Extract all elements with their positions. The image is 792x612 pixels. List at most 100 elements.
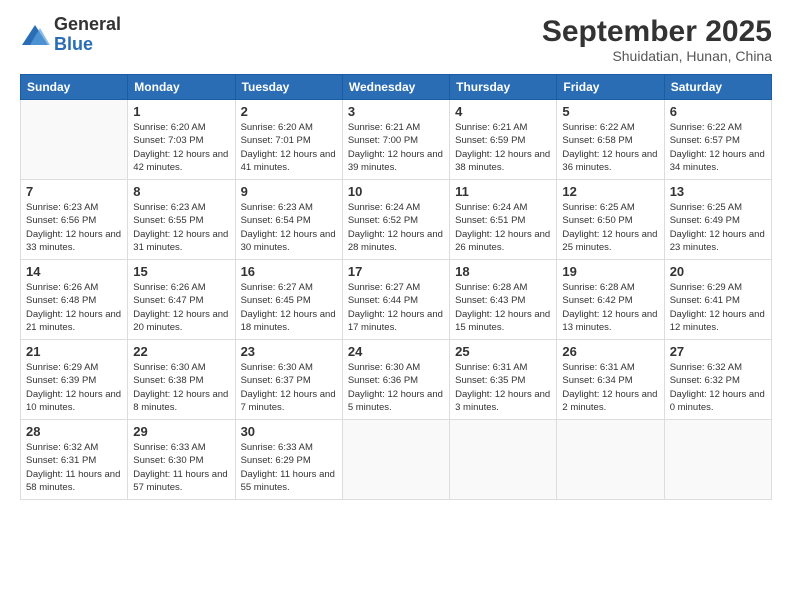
header-tuesday: Tuesday — [235, 75, 342, 100]
day-number: 8 — [133, 184, 229, 199]
day-info: Sunrise: 6:26 AMSunset: 6:48 PMDaylight:… — [26, 281, 122, 334]
day-number: 11 — [455, 184, 551, 199]
day-info: Sunrise: 6:27 AMSunset: 6:44 PMDaylight:… — [348, 281, 444, 334]
logo-general-text: General — [54, 15, 121, 35]
table-row: 24 Sunrise: 6:30 AMSunset: 6:36 PMDaylig… — [342, 340, 449, 420]
header: General Blue September 2025 Shuidatian, … — [20, 15, 772, 64]
location: Shuidatian, Hunan, China — [542, 48, 772, 64]
table-row: 3 Sunrise: 6:21 AMSunset: 7:00 PMDayligh… — [342, 100, 449, 180]
table-row: 7 Sunrise: 6:23 AMSunset: 6:56 PMDayligh… — [21, 180, 128, 260]
day-number: 24 — [348, 344, 444, 359]
day-info: Sunrise: 6:28 AMSunset: 6:42 PMDaylight:… — [562, 281, 658, 334]
day-info: Sunrise: 6:24 AMSunset: 6:52 PMDaylight:… — [348, 201, 444, 254]
header-friday: Friday — [557, 75, 664, 100]
table-row: 14 Sunrise: 6:26 AMSunset: 6:48 PMDaylig… — [21, 260, 128, 340]
day-info: Sunrise: 6:27 AMSunset: 6:45 PMDaylight:… — [241, 281, 337, 334]
table-row: 9 Sunrise: 6:23 AMSunset: 6:54 PMDayligh… — [235, 180, 342, 260]
day-number: 23 — [241, 344, 337, 359]
table-row: 4 Sunrise: 6:21 AMSunset: 6:59 PMDayligh… — [450, 100, 557, 180]
header-monday: Monday — [128, 75, 235, 100]
table-row: 30 Sunrise: 6:33 AMSunset: 6:29 PMDaylig… — [235, 420, 342, 500]
header-row: Sunday Monday Tuesday Wednesday Thursday… — [21, 75, 772, 100]
table-row: 28 Sunrise: 6:32 AMSunset: 6:31 PMDaylig… — [21, 420, 128, 500]
table-row: 29 Sunrise: 6:33 AMSunset: 6:30 PMDaylig… — [128, 420, 235, 500]
table-row: 1 Sunrise: 6:20 AMSunset: 7:03 PMDayligh… — [128, 100, 235, 180]
day-info: Sunrise: 6:30 AMSunset: 6:37 PMDaylight:… — [241, 361, 337, 414]
table-row: 5 Sunrise: 6:22 AMSunset: 6:58 PMDayligh… — [557, 100, 664, 180]
table-row: 12 Sunrise: 6:25 AMSunset: 6:50 PMDaylig… — [557, 180, 664, 260]
table-row: 22 Sunrise: 6:30 AMSunset: 6:38 PMDaylig… — [128, 340, 235, 420]
table-row: 21 Sunrise: 6:29 AMSunset: 6:39 PMDaylig… — [21, 340, 128, 420]
day-number: 4 — [455, 104, 551, 119]
day-number: 14 — [26, 264, 122, 279]
table-row — [342, 420, 449, 500]
day-info: Sunrise: 6:29 AMSunset: 6:39 PMDaylight:… — [26, 361, 122, 414]
day-number: 7 — [26, 184, 122, 199]
day-number: 12 — [562, 184, 658, 199]
logo-blue-text: Blue — [54, 35, 121, 55]
day-number: 17 — [348, 264, 444, 279]
day-info: Sunrise: 6:30 AMSunset: 6:36 PMDaylight:… — [348, 361, 444, 414]
day-info: Sunrise: 6:31 AMSunset: 6:34 PMDaylight:… — [562, 361, 658, 414]
table-row: 19 Sunrise: 6:28 AMSunset: 6:42 PMDaylig… — [557, 260, 664, 340]
day-number: 1 — [133, 104, 229, 119]
day-info: Sunrise: 6:26 AMSunset: 6:47 PMDaylight:… — [133, 281, 229, 334]
day-number: 10 — [348, 184, 444, 199]
table-row — [557, 420, 664, 500]
day-info: Sunrise: 6:29 AMSunset: 6:41 PMDaylight:… — [670, 281, 766, 334]
logo-icon — [20, 20, 50, 50]
title-section: September 2025 Shuidatian, Hunan, China — [542, 15, 772, 64]
day-number: 6 — [670, 104, 766, 119]
day-info: Sunrise: 6:21 AMSunset: 7:00 PMDaylight:… — [348, 121, 444, 174]
header-thursday: Thursday — [450, 75, 557, 100]
day-number: 29 — [133, 424, 229, 439]
day-info: Sunrise: 6:32 AMSunset: 6:31 PMDaylight:… — [26, 441, 122, 494]
day-number: 30 — [241, 424, 337, 439]
day-info: Sunrise: 6:33 AMSunset: 6:29 PMDaylight:… — [241, 441, 337, 494]
day-info: Sunrise: 6:24 AMSunset: 6:51 PMDaylight:… — [455, 201, 551, 254]
day-number: 22 — [133, 344, 229, 359]
table-row: 11 Sunrise: 6:24 AMSunset: 6:51 PMDaylig… — [450, 180, 557, 260]
day-number: 20 — [670, 264, 766, 279]
table-row: 15 Sunrise: 6:26 AMSunset: 6:47 PMDaylig… — [128, 260, 235, 340]
day-number: 9 — [241, 184, 337, 199]
table-row: 8 Sunrise: 6:23 AMSunset: 6:55 PMDayligh… — [128, 180, 235, 260]
day-info: Sunrise: 6:30 AMSunset: 6:38 PMDaylight:… — [133, 361, 229, 414]
day-number: 16 — [241, 264, 337, 279]
logo: General Blue — [20, 15, 121, 55]
day-info: Sunrise: 6:20 AMSunset: 7:01 PMDaylight:… — [241, 121, 337, 174]
day-number: 27 — [670, 344, 766, 359]
day-info: Sunrise: 6:33 AMSunset: 6:30 PMDaylight:… — [133, 441, 229, 494]
day-info: Sunrise: 6:28 AMSunset: 6:43 PMDaylight:… — [455, 281, 551, 334]
day-number: 2 — [241, 104, 337, 119]
day-number: 18 — [455, 264, 551, 279]
table-row: 20 Sunrise: 6:29 AMSunset: 6:41 PMDaylig… — [664, 260, 771, 340]
day-info: Sunrise: 6:23 AMSunset: 6:55 PMDaylight:… — [133, 201, 229, 254]
day-info: Sunrise: 6:25 AMSunset: 6:49 PMDaylight:… — [670, 201, 766, 254]
table-row: 13 Sunrise: 6:25 AMSunset: 6:49 PMDaylig… — [664, 180, 771, 260]
day-info: Sunrise: 6:23 AMSunset: 6:54 PMDaylight:… — [241, 201, 337, 254]
table-row: 26 Sunrise: 6:31 AMSunset: 6:34 PMDaylig… — [557, 340, 664, 420]
day-number: 13 — [670, 184, 766, 199]
day-info: Sunrise: 6:21 AMSunset: 6:59 PMDaylight:… — [455, 121, 551, 174]
table-row: 25 Sunrise: 6:31 AMSunset: 6:35 PMDaylig… — [450, 340, 557, 420]
day-info: Sunrise: 6:25 AMSunset: 6:50 PMDaylight:… — [562, 201, 658, 254]
day-info: Sunrise: 6:32 AMSunset: 6:32 PMDaylight:… — [670, 361, 766, 414]
day-info: Sunrise: 6:20 AMSunset: 7:03 PMDaylight:… — [133, 121, 229, 174]
table-row: 17 Sunrise: 6:27 AMSunset: 6:44 PMDaylig… — [342, 260, 449, 340]
table-row: 10 Sunrise: 6:24 AMSunset: 6:52 PMDaylig… — [342, 180, 449, 260]
calendar-table: Sunday Monday Tuesday Wednesday Thursday… — [20, 74, 772, 500]
table-row: 16 Sunrise: 6:27 AMSunset: 6:45 PMDaylig… — [235, 260, 342, 340]
header-saturday: Saturday — [664, 75, 771, 100]
day-number: 28 — [26, 424, 122, 439]
table-row — [664, 420, 771, 500]
day-number: 5 — [562, 104, 658, 119]
table-row: 27 Sunrise: 6:32 AMSunset: 6:32 PMDaylig… — [664, 340, 771, 420]
day-info: Sunrise: 6:22 AMSunset: 6:57 PMDaylight:… — [670, 121, 766, 174]
day-info: Sunrise: 6:31 AMSunset: 6:35 PMDaylight:… — [455, 361, 551, 414]
table-row — [21, 100, 128, 180]
table-row — [450, 420, 557, 500]
day-number: 15 — [133, 264, 229, 279]
header-wednesday: Wednesday — [342, 75, 449, 100]
day-number: 21 — [26, 344, 122, 359]
